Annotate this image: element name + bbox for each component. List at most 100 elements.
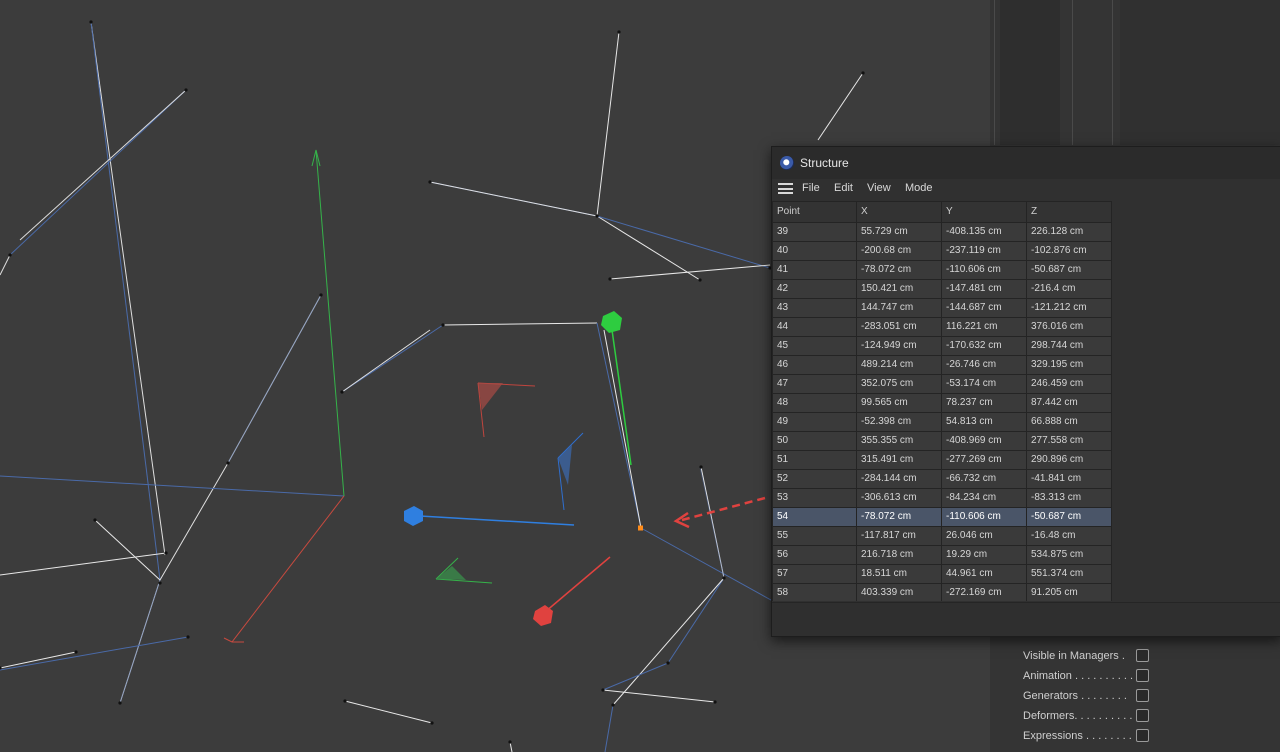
cell-y[interactable]: -110.606 cm: [941, 507, 1027, 527]
cell-z[interactable]: -83.313 cm: [1026, 488, 1112, 508]
filter-animation[interactable]: Animation . . . . . . . . . .: [1023, 666, 1163, 686]
column-header-point[interactable]: Point: [772, 201, 857, 223]
cell-x[interactable]: 150.421 cm: [856, 279, 942, 299]
cell-point[interactable]: 55: [772, 526, 857, 546]
cell-point[interactable]: 52: [772, 469, 857, 489]
table-row[interactable]: 51 315.491 cm -277.269 cm 290.896 cm: [772, 450, 1112, 470]
table-row[interactable]: 54 -78.072 cm -110.606 cm -50.687 cm: [772, 507, 1112, 527]
cell-z[interactable]: 91.205 cm: [1026, 583, 1112, 601]
cell-x[interactable]: -52.398 cm: [856, 412, 942, 432]
table-row[interactable]: 58 403.339 cm -272.169 cm 91.205 cm: [772, 583, 1112, 601]
cell-x[interactable]: -78.072 cm: [856, 260, 942, 280]
cell-y[interactable]: 54.813 cm: [941, 412, 1027, 432]
cell-point[interactable]: 54: [772, 507, 857, 527]
cell-y[interactable]: -408.135 cm: [941, 222, 1027, 242]
cell-z[interactable]: 551.374 cm: [1026, 564, 1112, 584]
menu-file[interactable]: File: [802, 182, 820, 194]
filter-checkbox[interactable]: [1136, 729, 1149, 742]
cell-y[interactable]: -237.119 cm: [941, 241, 1027, 261]
cell-x[interactable]: 489.214 cm: [856, 355, 942, 375]
cell-y[interactable]: -110.606 cm: [941, 260, 1027, 280]
hamburger-menu-icon[interactable]: [778, 183, 793, 194]
cell-z[interactable]: 329.195 cm: [1026, 355, 1112, 375]
table-row[interactable]: 43 144.747 cm -144.687 cm -121.212 cm: [772, 298, 1112, 318]
cell-point[interactable]: 47: [772, 374, 857, 394]
table-row[interactable]: 45 -124.949 cm -170.632 cm 298.744 cm: [772, 336, 1112, 356]
table-row[interactable]: 52 -284.144 cm -66.732 cm -41.841 cm: [772, 469, 1112, 489]
column-header-x[interactable]: X: [856, 201, 942, 223]
table-row[interactable]: 42 150.421 cm -147.481 cm -216.4 cm: [772, 279, 1112, 299]
cell-y[interactable]: -26.746 cm: [941, 355, 1027, 375]
cell-z[interactable]: 226.128 cm: [1026, 222, 1112, 242]
table-row[interactable]: 44 -283.051 cm 116.221 cm 376.016 cm: [772, 317, 1112, 337]
table-row[interactable]: 47 352.075 cm -53.174 cm 246.459 cm: [772, 374, 1112, 394]
window-title-bar[interactable]: Structure: [772, 147, 1280, 179]
cell-point[interactable]: 51: [772, 450, 857, 470]
menu-view[interactable]: View: [867, 182, 891, 194]
cell-y[interactable]: -147.481 cm: [941, 279, 1027, 299]
cell-x[interactable]: -283.051 cm: [856, 317, 942, 337]
selected-point-marker[interactable]: [638, 525, 643, 531]
cell-y[interactable]: -53.174 cm: [941, 374, 1027, 394]
cell-z[interactable]: -102.876 cm: [1026, 241, 1112, 261]
cell-x[interactable]: 355.355 cm: [856, 431, 942, 451]
cell-x[interactable]: 403.339 cm: [856, 583, 942, 601]
table-row[interactable]: 50 355.355 cm -408.969 cm 277.558 cm: [772, 431, 1112, 451]
cell-x[interactable]: 352.075 cm: [856, 374, 942, 394]
structure-window[interactable]: Structure File Edit View Mode Point X Y …: [771, 146, 1280, 637]
cell-z[interactable]: -50.687 cm: [1026, 507, 1112, 527]
cell-point[interactable]: 50: [772, 431, 857, 451]
table-row[interactable]: 49 -52.398 cm 54.813 cm 66.888 cm: [772, 412, 1112, 432]
cell-point[interactable]: 58: [772, 583, 857, 601]
cell-z[interactable]: -216.4 cm: [1026, 279, 1112, 299]
cell-y[interactable]: -84.234 cm: [941, 488, 1027, 508]
cell-x[interactable]: 144.747 cm: [856, 298, 942, 318]
cell-z[interactable]: 290.896 cm: [1026, 450, 1112, 470]
cell-x[interactable]: -200.68 cm: [856, 241, 942, 261]
cell-z[interactable]: -50.687 cm: [1026, 260, 1112, 280]
cell-point[interactable]: 53: [772, 488, 857, 508]
cell-z[interactable]: -121.212 cm: [1026, 298, 1112, 318]
cell-y[interactable]: -408.969 cm: [941, 431, 1027, 451]
cell-x[interactable]: -306.613 cm: [856, 488, 942, 508]
cell-point[interactable]: 40: [772, 241, 857, 261]
cell-z[interactable]: 277.558 cm: [1026, 431, 1112, 451]
cell-point[interactable]: 42: [772, 279, 857, 299]
cell-z[interactable]: -41.841 cm: [1026, 469, 1112, 489]
cell-point[interactable]: 41: [772, 260, 857, 280]
menu-edit[interactable]: Edit: [834, 182, 853, 194]
cell-point[interactable]: 56: [772, 545, 857, 565]
cell-y[interactable]: -66.732 cm: [941, 469, 1027, 489]
table-row[interactable]: 56 216.718 cm 19.29 cm 534.875 cm: [772, 545, 1112, 565]
filter-checkbox[interactable]: [1136, 689, 1149, 702]
cell-x[interactable]: -124.949 cm: [856, 336, 942, 356]
cell-z[interactable]: -16.48 cm: [1026, 526, 1112, 546]
cell-z[interactable]: 66.888 cm: [1026, 412, 1112, 432]
move-gizmo[interactable]: [404, 311, 632, 626]
cell-point[interactable]: 46: [772, 355, 857, 375]
cell-y[interactable]: -170.632 cm: [941, 336, 1027, 356]
cell-point[interactable]: 44: [772, 317, 857, 337]
cell-x[interactable]: -78.072 cm: [856, 507, 942, 527]
cell-y[interactable]: -277.269 cm: [941, 450, 1027, 470]
table-row[interactable]: 40 -200.68 cm -237.119 cm -102.876 cm: [772, 241, 1112, 261]
cell-point[interactable]: 45: [772, 336, 857, 356]
filter-checkbox[interactable]: [1136, 709, 1149, 722]
filter-deformers[interactable]: Deformers. . . . . . . . . .: [1023, 706, 1163, 726]
table-row[interactable]: 57 18.511 cm 44.961 cm 551.374 cm: [772, 564, 1112, 584]
cell-z[interactable]: 534.875 cm: [1026, 545, 1112, 565]
filter-checkbox[interactable]: [1136, 669, 1149, 682]
table-row[interactable]: 55 -117.817 cm 26.046 cm -16.48 cm: [772, 526, 1112, 546]
filter-visible-in-managers[interactable]: Visible in Managers .: [1023, 646, 1163, 666]
filter-checkbox[interactable]: [1136, 649, 1149, 662]
cell-y[interactable]: 116.221 cm: [941, 317, 1027, 337]
cell-z[interactable]: 87.442 cm: [1026, 393, 1112, 413]
cell-x[interactable]: -284.144 cm: [856, 469, 942, 489]
table-row[interactable]: 41 -78.072 cm -110.606 cm -50.687 cm: [772, 260, 1112, 280]
cell-x[interactable]: 18.511 cm: [856, 564, 942, 584]
table-row[interactable]: 48 99.565 cm 78.237 cm 87.442 cm: [772, 393, 1112, 413]
cell-x[interactable]: 315.491 cm: [856, 450, 942, 470]
cell-z[interactable]: 246.459 cm: [1026, 374, 1112, 394]
cell-z[interactable]: 298.744 cm: [1026, 336, 1112, 356]
cell-y[interactable]: 78.237 cm: [941, 393, 1027, 413]
